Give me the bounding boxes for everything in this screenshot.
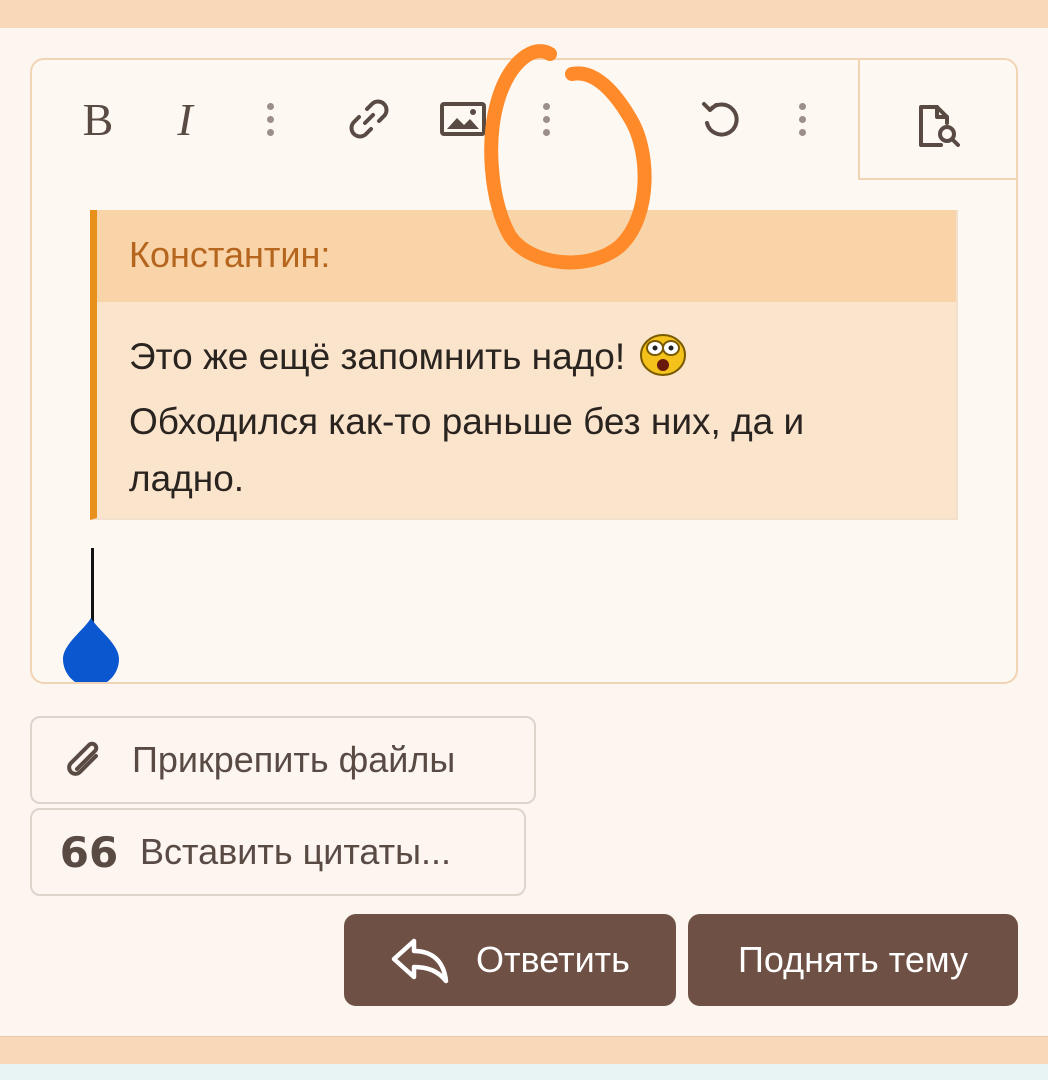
link-icon <box>349 99 389 139</box>
editor-toolbar: B I <box>32 60 860 178</box>
undo-button[interactable] <box>696 94 746 144</box>
document-search-icon <box>919 105 960 147</box>
bump-thread-label: Поднять тему <box>738 939 968 980</box>
reply-label: Ответить <box>476 939 630 980</box>
more-insert-options-button[interactable] <box>536 94 556 144</box>
top-band <box>0 0 1048 28</box>
more-vertical-icon <box>542 102 550 110</box>
shocked-emoji-icon <box>639 333 687 393</box>
reply-arrow-icon <box>391 938 449 984</box>
quote-block: Константин: Это же ещё запомнить надо! О… <box>90 210 958 520</box>
caret-handle-icon[interactable] <box>60 616 122 684</box>
reply-button[interactable]: Ответить <box>344 914 676 1006</box>
bump-thread-button[interactable]: Поднять тему <box>688 914 1018 1006</box>
image-icon <box>440 102 486 136</box>
more-options-button[interactable] <box>792 94 812 144</box>
bottom-strip <box>0 1064 1048 1080</box>
quote-line-1: Это же ещё запомнить надо! <box>129 336 626 377</box>
bold-button[interactable]: B <box>78 94 118 145</box>
more-text-options-button[interactable] <box>260 94 280 144</box>
text-caret <box>91 548 94 626</box>
image-button[interactable] <box>438 94 488 144</box>
quote-author: Константин: <box>97 210 956 302</box>
more-vertical-icon <box>266 102 274 110</box>
bottom-band <box>0 1036 1048 1064</box>
more-vertical-icon <box>798 102 806 110</box>
quote-marks-icon: 66 <box>59 827 119 877</box>
italic-button[interactable]: I <box>170 94 200 145</box>
quote-text: Это же ещё запомнить надо! Обходился как… <box>97 302 956 507</box>
quote-line-3: ладно. <box>129 458 245 499</box>
preview-button[interactable] <box>908 96 968 156</box>
message-editor[interactable]: B I Константин: Это же ещё запомнить над… <box>30 58 1018 684</box>
insert-quotes-label: Вставить цитаты... <box>140 831 452 872</box>
quote-line-2: Обходился как-то раньше без них, да и <box>129 401 805 442</box>
preview-panel <box>858 60 1016 180</box>
attach-files-button[interactable]: Прикрепить файлы <box>30 716 536 804</box>
link-button[interactable] <box>344 94 394 144</box>
attach-files-label: Прикрепить файлы <box>132 739 456 780</box>
undo-icon <box>702 102 739 137</box>
insert-quotes-button[interactable]: 66 Вставить цитаты... <box>30 808 526 896</box>
paperclip-icon <box>62 736 110 784</box>
